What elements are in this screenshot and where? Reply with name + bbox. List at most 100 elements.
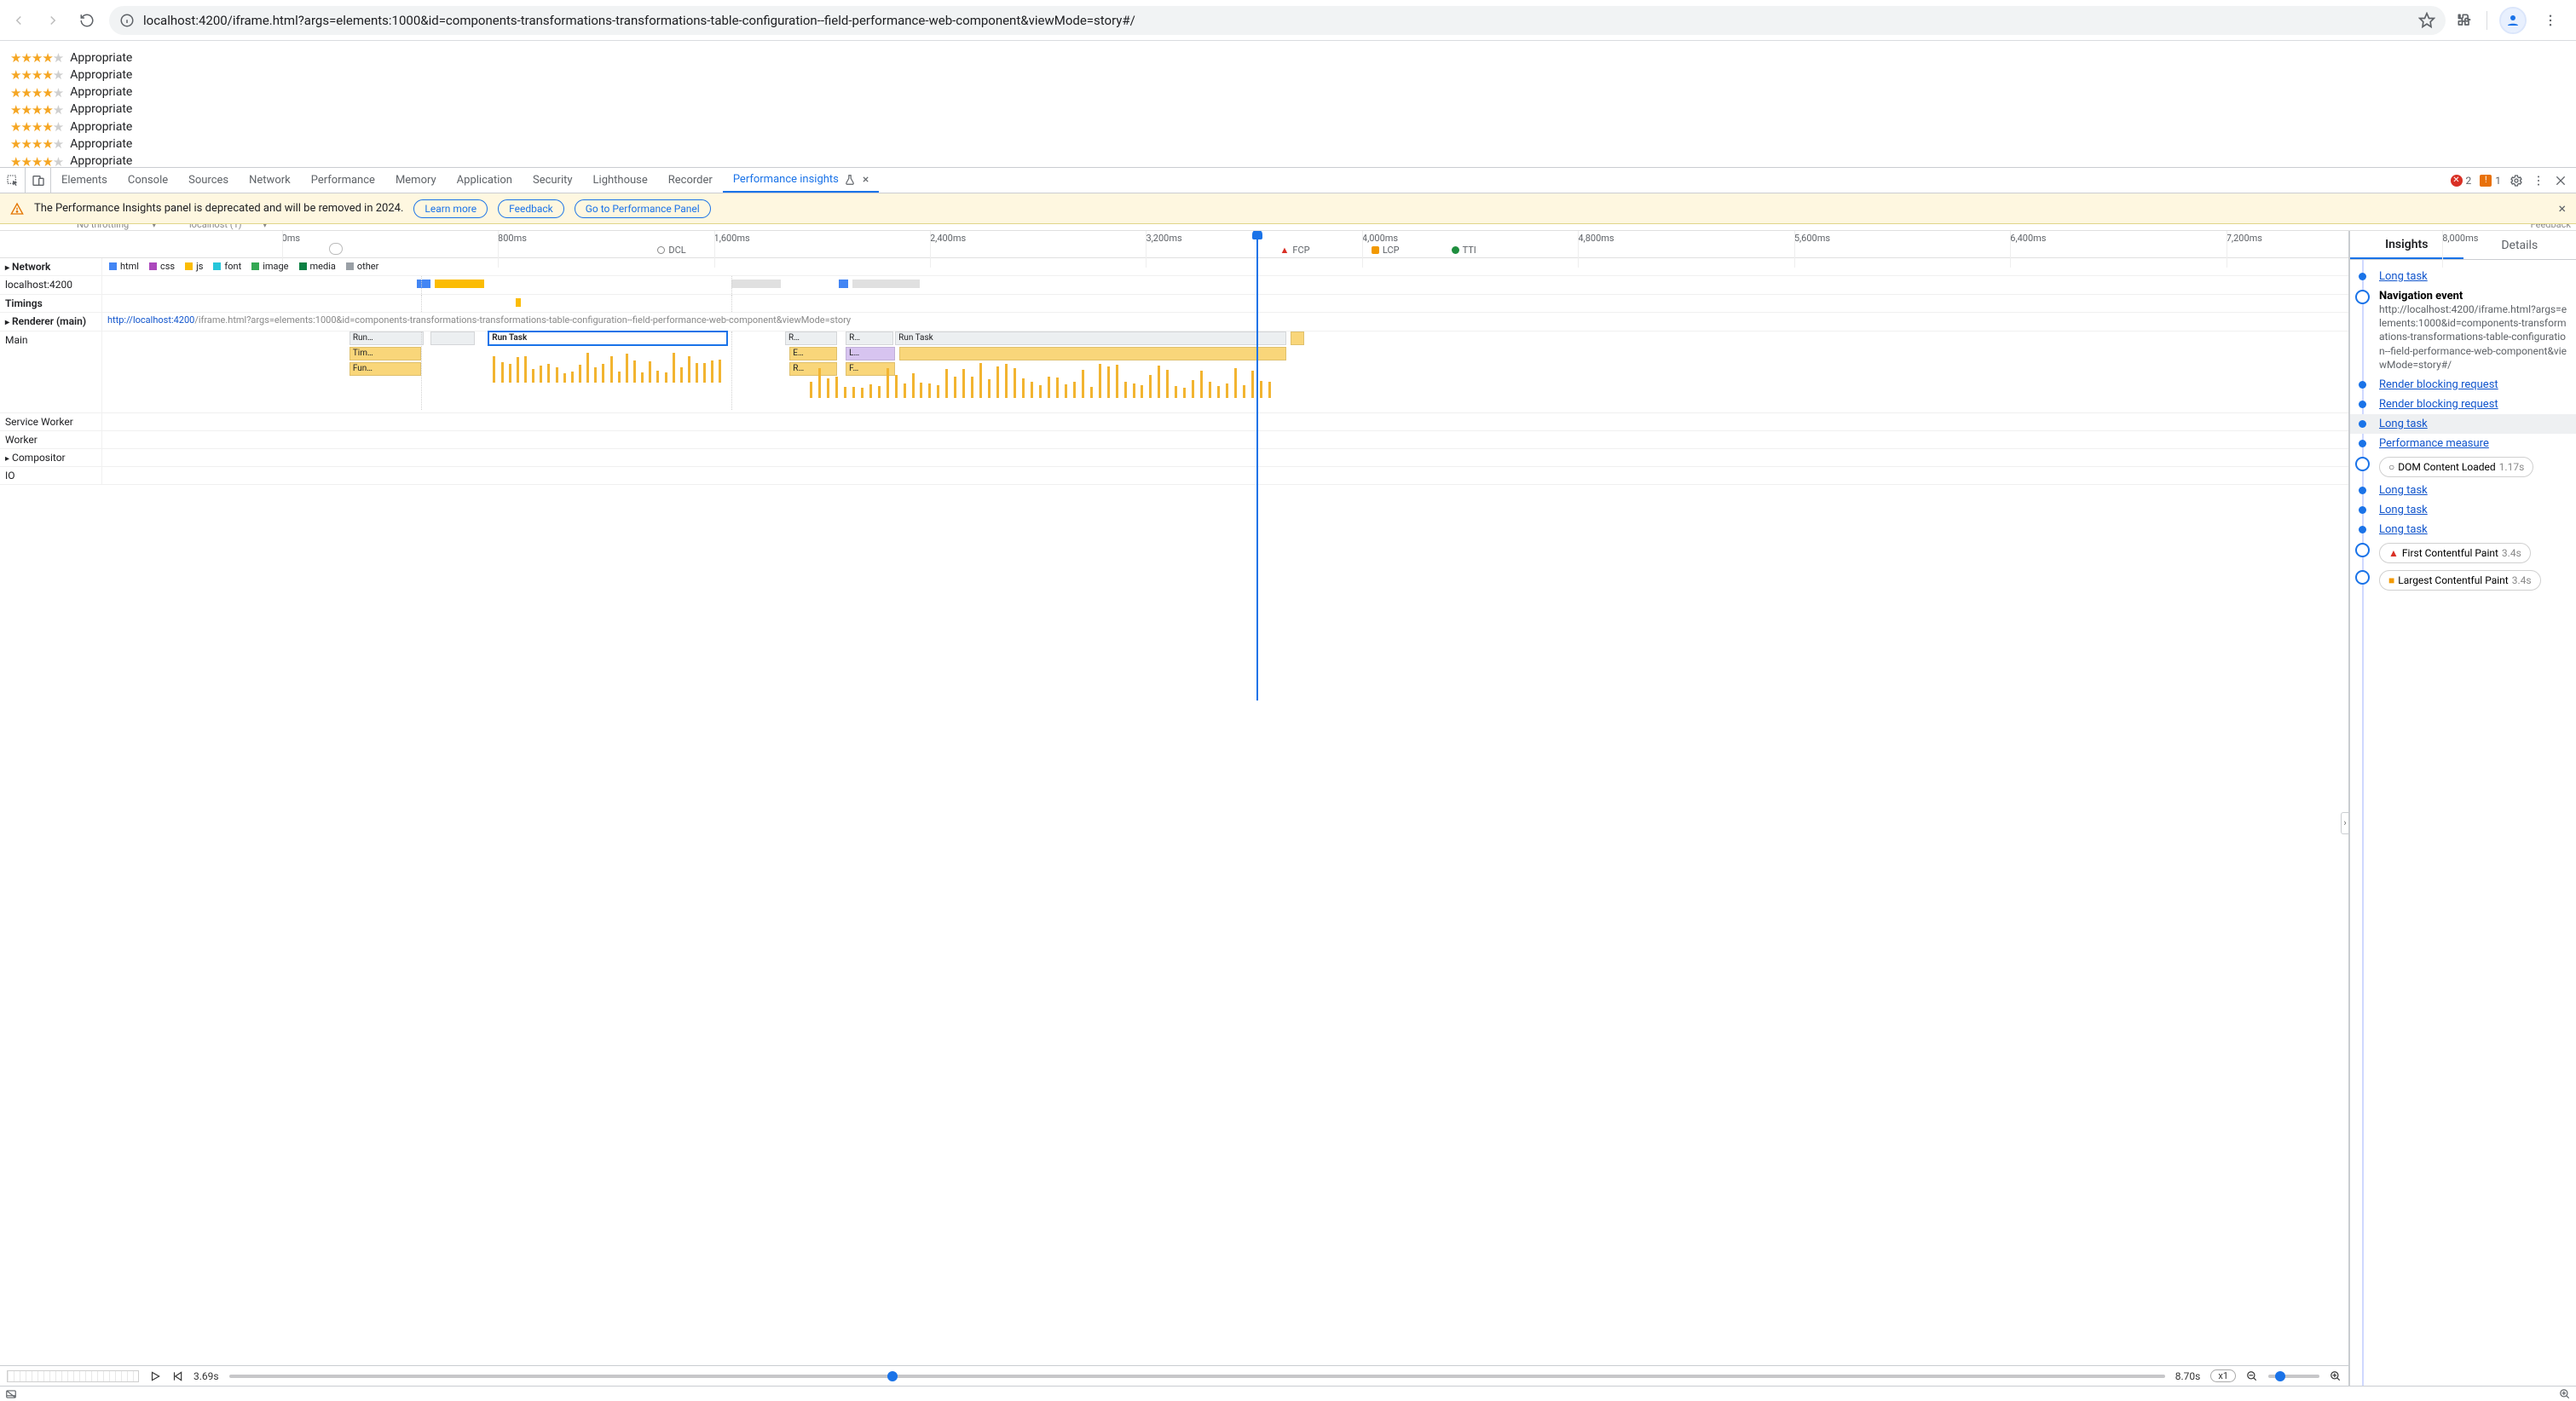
flame-block[interactable] <box>1291 332 1304 345</box>
play-icon[interactable] <box>149 1370 161 1382</box>
track-content <box>102 449 2348 466</box>
flame-block[interactable]: R… <box>846 332 892 345</box>
browser-menu-button[interactable] <box>2538 9 2562 32</box>
more-icon[interactable] <box>2532 174 2545 187</box>
deprecation-banner: The Performance Insights panel is deprec… <box>0 193 2576 224</box>
insight-item[interactable]: Long task <box>2350 414 2576 434</box>
zoom-slider[interactable] <box>2268 1375 2319 1378</box>
flame-block[interactable]: Run Task <box>488 332 726 345</box>
insight-item[interactable]: Long task <box>2350 520 2576 539</box>
tab-label: Performance insights <box>733 173 839 186</box>
network-legend: htmlcssjsfontimagemediaother <box>102 258 2348 274</box>
error-count[interactable]: ✕2 <box>2451 175 2472 187</box>
zoom-in-icon[interactable] <box>2330 1370 2342 1382</box>
track-compositor[interactable]: Compositor <box>0 449 102 466</box>
tab-elements[interactable]: Elements <box>51 168 118 193</box>
tab-performance-insights[interactable]: Performance insights × <box>723 168 880 193</box>
flame-block[interactable] <box>430 332 476 345</box>
issue-count[interactable]: !1 <box>2480 175 2501 187</box>
expand-icon[interactable] <box>2559 1388 2571 1400</box>
site-info-icon[interactable] <box>119 13 135 28</box>
ruler-tick: 2,400ms <box>930 233 966 244</box>
flame-block[interactable]: Fun… <box>349 362 421 376</box>
flame-block[interactable]: Run Task <box>895 332 1285 345</box>
tab-console[interactable]: Console <box>118 168 178 193</box>
star-rating-icon: ★★★★★ <box>10 49 63 66</box>
rating-label: Appropriate <box>70 136 132 153</box>
tracks-area[interactable]: › Networkhtmlcssjsfontimagemediaotherloc… <box>0 258 2348 1365</box>
tab-memory[interactable]: Memory <box>385 168 447 193</box>
track-content: http://localhost:4200/iframe.html?args=e… <box>102 313 2348 331</box>
insight-item[interactable]: Performance measure <box>2350 434 2576 453</box>
dismiss-banner-icon[interactable]: × <box>2558 200 2566 216</box>
step-back-icon[interactable] <box>171 1370 183 1382</box>
url-bar[interactable]: localhost:4200/iframe.html?args=elements… <box>109 6 2446 35</box>
feedback-button[interactable]: Feedback <box>498 199 564 218</box>
insight-item[interactable]: Navigation eventhttp://localhost:4200/if… <box>2350 286 2576 375</box>
tab-sources[interactable]: Sources <box>178 168 239 193</box>
scrub-slider[interactable] <box>229 1375 2165 1378</box>
insight-item[interactable]: ■Largest Contentful Paint3.4s <box>2350 567 2576 594</box>
insights-list[interactable]: Long taskNavigation eventhttp://localhos… <box>2350 260 2576 1386</box>
insight-item[interactable]: ▲First Contentful Paint3.4s <box>2350 539 2576 567</box>
rating-label: Appropriate <box>70 50 132 66</box>
side-tab-details[interactable]: Details <box>2463 231 2576 259</box>
insight-item[interactable]: Long task <box>2350 500 2576 520</box>
star-rating-icon: ★★★★★ <box>10 118 63 135</box>
forward-button[interactable] <box>41 9 65 32</box>
star-rating-icon: ★★★★★ <box>10 101 63 118</box>
tab-application[interactable]: Application <box>447 168 523 193</box>
inspect-icon[interactable] <box>0 168 26 193</box>
device-toggle-icon[interactable] <box>26 168 51 193</box>
track-content <box>102 295 2348 312</box>
back-button[interactable] <box>7 9 31 32</box>
browser-toolbar: localhost:4200/iframe.html?args=elements… <box>0 0 2576 41</box>
close-devtools-icon[interactable] <box>2554 174 2567 187</box>
marker-tti: TTI <box>1452 245 1476 256</box>
warning-icon <box>10 202 24 216</box>
tab-security[interactable]: Security <box>523 168 583 193</box>
insight-item[interactable]: Long task <box>2350 267 2576 286</box>
close-tab-icon[interactable]: × <box>863 173 869 187</box>
flame-block[interactable] <box>899 347 1285 360</box>
tab-network[interactable]: Network <box>239 168 301 193</box>
marker-fcp: ▲FCP <box>1279 245 1309 256</box>
filmstrip-thumb[interactable] <box>7 1370 139 1382</box>
dock-icon[interactable] <box>5 1388 17 1400</box>
timeline-ruler[interactable]: 0ms800ms1,600ms2,400ms3,200ms4,000ms4,80… <box>0 231 2348 258</box>
flame-block[interactable]: E… <box>789 347 836 360</box>
ruler-tick: 6,400ms <box>2010 233 2046 244</box>
flame-block[interactable]: Run… <box>349 332 424 345</box>
extensions-icon[interactable] <box>2456 12 2473 29</box>
settings-icon[interactable] <box>2510 174 2523 187</box>
insight-item[interactable]: Render blocking request <box>2350 395 2576 414</box>
learn-more-button[interactable]: Learn more <box>413 199 488 218</box>
flame-block[interactable]: R… <box>785 332 837 345</box>
marker-lcp: LCP <box>1372 245 1400 256</box>
track-network[interactable]: Network <box>0 258 102 275</box>
flame-block[interactable]: L… <box>846 347 895 360</box>
bookmark-star-icon[interactable] <box>2418 12 2435 29</box>
expand-handle[interactable]: › <box>2341 812 2348 834</box>
track-sw: Service Worker <box>0 413 102 430</box>
profile-avatar[interactable] <box>2501 9 2525 32</box>
tab-lighthouse[interactable]: Lighthouse <box>583 168 658 193</box>
zoom-level[interactable]: x1 <box>2210 1369 2236 1382</box>
rating-row: ★★★★★Appropriate <box>10 66 2566 84</box>
tab-performance[interactable]: Performance <box>301 168 385 193</box>
tab-recorder[interactable]: Recorder <box>658 168 723 193</box>
zoom-out-icon[interactable] <box>2246 1370 2258 1382</box>
track-renderer[interactable]: Renderer (main) <box>0 313 102 331</box>
playhead[interactable] <box>1256 231 1258 700</box>
flame-block[interactable]: Tim… <box>349 347 421 360</box>
scrub-end: 8.70s <box>2175 1370 2201 1382</box>
insight-item[interactable]: Long task <box>2350 481 2576 500</box>
insight-item[interactable]: ○DOM Content Loaded1.17s <box>2350 453 2576 481</box>
reload-button[interactable] <box>75 9 99 32</box>
insight-item[interactable]: Render blocking request <box>2350 375 2576 395</box>
marker-dcl: DCL <box>657 245 685 256</box>
devtools-panel: ElementsConsoleSourcesNetworkPerformance… <box>0 167 2576 1386</box>
rating-row: ★★★★★Appropriate <box>10 101 2566 118</box>
track-worker: Worker <box>0 431 102 448</box>
goto-perf-button[interactable]: Go to Performance Panel <box>575 199 711 218</box>
